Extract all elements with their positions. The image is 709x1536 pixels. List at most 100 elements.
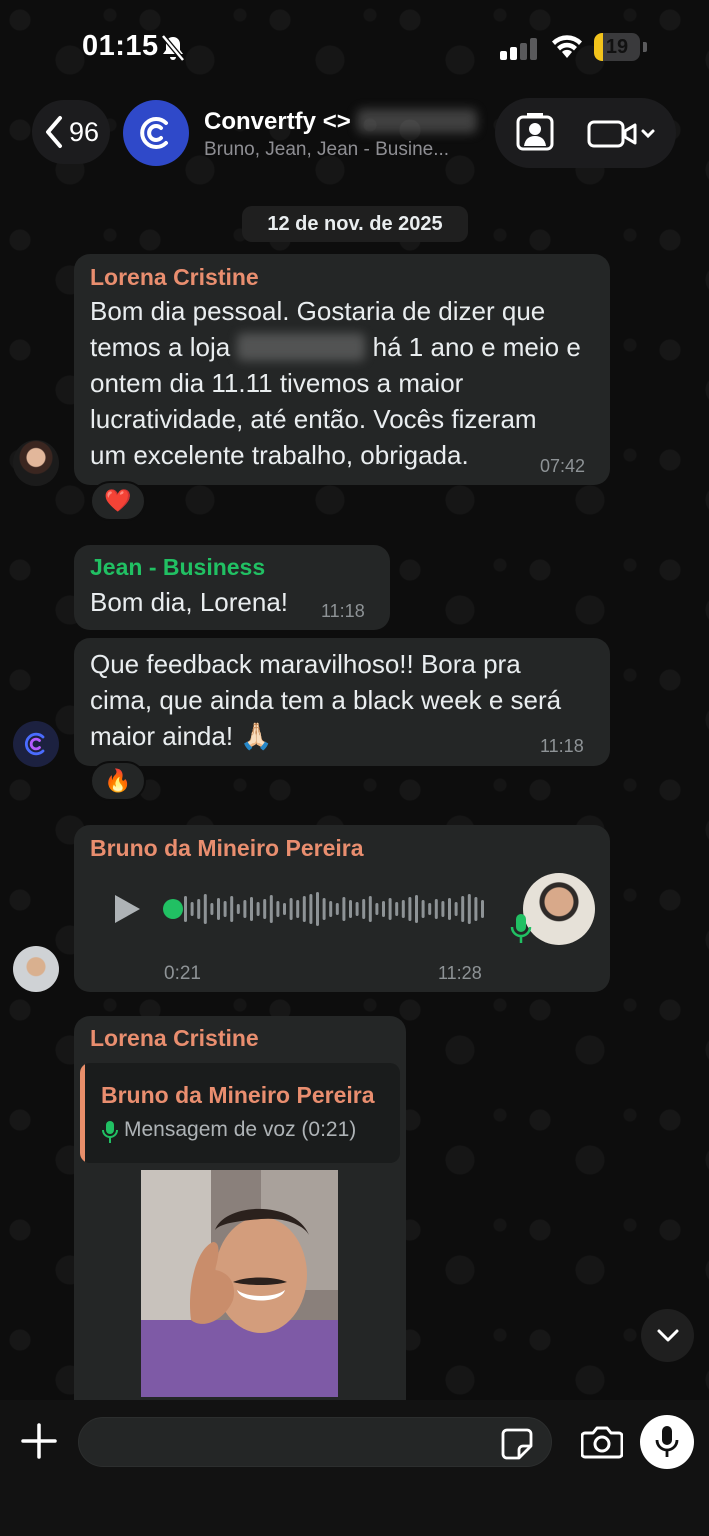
record-voice-button[interactable] xyxy=(640,1415,694,1469)
message-time: 11:18 xyxy=(540,736,584,756)
waveform-bar xyxy=(289,898,293,920)
waveform-bar xyxy=(302,896,306,922)
chevron-left-icon xyxy=(45,116,62,148)
waveform-bar xyxy=(263,899,267,919)
video-camera-icon[interactable] xyxy=(587,119,657,149)
waveform-bar xyxy=(230,896,234,922)
chat-header: 96 Convertfy <> Bruno, Jean, Jean - Busi… xyxy=(0,92,709,186)
reaction-badge[interactable]: ❤️ xyxy=(90,481,146,521)
quoted-sender: Bruno da Mineiro Pereira xyxy=(101,1082,375,1108)
waveform-bar xyxy=(388,898,392,920)
message-time: 11:28 xyxy=(438,963,482,983)
waveform-bar xyxy=(349,900,352,918)
microphone-icon xyxy=(102,1121,118,1143)
sender-name: Jean - Business xyxy=(90,554,266,580)
bell-off-icon xyxy=(161,34,185,62)
photo-image xyxy=(141,1170,338,1397)
waveform-bar xyxy=(243,900,247,918)
waveform-bar xyxy=(474,897,478,921)
waveform-bar xyxy=(210,903,214,915)
sender-name: Bruno da Mineiro Pereira xyxy=(90,835,364,861)
message-input[interactable] xyxy=(78,1417,552,1467)
waveform-bar xyxy=(335,903,339,915)
sender-name: Lorena Cristine xyxy=(90,264,259,290)
waveform-bar xyxy=(316,892,319,926)
battery-indicator: 19 xyxy=(594,33,648,61)
message-text: Bom dia pessoal. Gostaria de dizer que t… xyxy=(90,296,581,470)
waveform-bar xyxy=(223,901,227,917)
waveform-bar xyxy=(481,900,484,918)
unread-count: 96 xyxy=(68,116,100,147)
voice-sender-avatar xyxy=(523,873,595,945)
wifi-icon xyxy=(552,35,582,58)
play-icon[interactable] xyxy=(112,893,142,925)
chevron-down-icon xyxy=(657,1329,678,1341)
plus-icon[interactable] xyxy=(20,1422,58,1460)
waveform-bar xyxy=(250,897,253,921)
message-text: Que feedback maravilhoso!! Bora pra cima… xyxy=(90,649,562,751)
chevron-down-icon xyxy=(641,129,655,139)
waveform-bar xyxy=(375,903,379,915)
audio-waveform[interactable] xyxy=(180,889,490,929)
waveform-bar xyxy=(276,901,280,917)
quoted-text: Mensagem de voz (0:21) xyxy=(124,1118,357,1141)
status-bar: 01:15 19 xyxy=(0,0,709,92)
waveform-bar xyxy=(342,897,346,921)
waveform-bar xyxy=(309,894,313,924)
contact-card-icon[interactable] xyxy=(515,113,555,153)
waveform-bar xyxy=(269,895,273,923)
waveform-bar xyxy=(362,899,366,919)
quoted-message[interactable]: Bruno da Mineiro Pereira Mensagem de voz… xyxy=(80,1063,400,1163)
waveform-bar xyxy=(217,898,220,920)
waveform-bar xyxy=(236,904,240,914)
reaction-badge[interactable]: 🔥 xyxy=(90,761,146,801)
waveform-bar xyxy=(415,895,418,923)
call-actions xyxy=(495,98,676,168)
waveform-bar xyxy=(184,896,187,922)
waveform-bar xyxy=(382,901,385,917)
waveform-bar xyxy=(467,894,471,924)
quote-accent-bar xyxy=(80,1063,85,1163)
back-button[interactable]: 96 xyxy=(32,100,110,164)
camera-icon[interactable] xyxy=(581,1425,623,1459)
convertfy-logo-icon xyxy=(24,732,45,756)
waveform-bar xyxy=(256,902,260,916)
avatar[interactable] xyxy=(13,721,59,767)
waveform-bar xyxy=(329,901,333,917)
microphone-icon xyxy=(510,914,532,943)
waveform-bar xyxy=(434,899,438,919)
waveform-bar xyxy=(190,902,194,916)
composer-bar xyxy=(0,1400,709,1536)
waveform-bar xyxy=(283,903,286,915)
avatar[interactable] xyxy=(13,440,59,486)
waveform-bar xyxy=(428,903,432,915)
redacted-name xyxy=(356,109,477,133)
redacted-store-name xyxy=(237,333,366,361)
waveform-bar xyxy=(441,901,445,917)
scroll-to-bottom-button[interactable] xyxy=(641,1309,694,1362)
waveform-bar xyxy=(448,898,451,920)
convertfy-logo-icon xyxy=(140,117,168,149)
message-time: 07:42 xyxy=(540,456,586,476)
signal-icon xyxy=(500,38,537,60)
message-text: Bom dia, Lorena! xyxy=(90,587,289,617)
photo-attachment[interactable] xyxy=(141,1170,338,1397)
sticker-icon[interactable] xyxy=(501,1428,533,1460)
status-time: 01:15 xyxy=(82,30,159,62)
voice-duration: 0:21 xyxy=(164,963,201,984)
battery-level: 19 xyxy=(605,36,629,58)
waveform-bar xyxy=(197,899,201,919)
waveform-bar xyxy=(355,902,359,916)
waveform-bar xyxy=(401,900,405,918)
group-avatar[interactable] xyxy=(123,100,189,166)
waveform-bar xyxy=(461,896,465,922)
microphone-icon xyxy=(655,1426,679,1457)
waveform-bar xyxy=(421,900,425,918)
waveform-bar xyxy=(454,902,458,916)
waveform-bar xyxy=(395,902,399,916)
participants-list[interactable]: Bruno, Jean, Jean - Busine... xyxy=(204,139,449,161)
group-name[interactable]: Convertfy <> xyxy=(204,108,477,136)
avatar[interactable] xyxy=(13,946,59,992)
date-separator: 12 de nov. de 2025 xyxy=(242,206,468,242)
waveform-bar xyxy=(368,896,372,922)
